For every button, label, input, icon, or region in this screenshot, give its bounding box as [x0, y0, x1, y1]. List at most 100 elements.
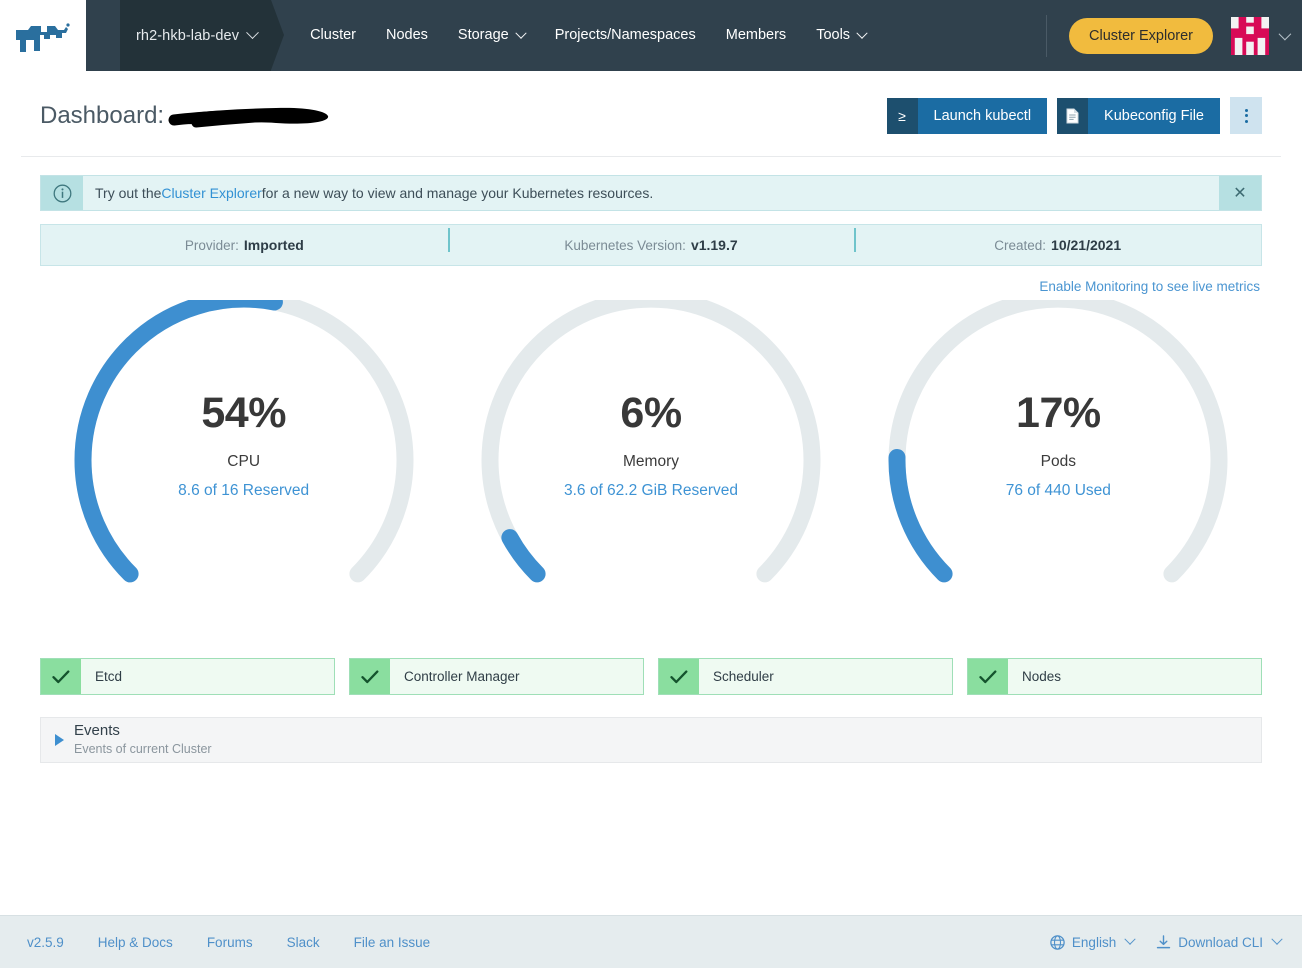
close-icon[interactable]: ✕ [1219, 176, 1261, 210]
footer-right-group: English Download CLI [1050, 933, 1283, 950]
kubeconfig-file-button[interactable]: Kubeconfig File [1057, 97, 1220, 134]
status-etcd[interactable]: Etcd [40, 658, 335, 695]
nav-link-label: Members [725, 27, 787, 43]
check-icon [41, 659, 81, 694]
gauge-cpu: 54% CPU 8.6 of 16 Reserved [40, 300, 447, 600]
rancher-logo[interactable] [0, 0, 86, 71]
kubeconfig-file-label: Kubeconfig File [1088, 97, 1220, 134]
info-label: Kubernetes Version: [564, 238, 686, 253]
kebab-dot [1244, 108, 1248, 112]
gauge-pods-center: 17% Pods 76 of 440 Used [1006, 392, 1111, 500]
nav-link-cluster[interactable]: Cluster [295, 0, 371, 71]
gauge-memory-center: 6% Memory 3.6 of 62.2 GiB Reserved [564, 392, 738, 500]
component-status-row: Etcd Controller Manager Scheduler Nodes [21, 658, 1281, 695]
footer-link-slack[interactable]: Slack [270, 935, 337, 950]
gauge-percent: 17% [1016, 389, 1101, 437]
user-avatar-identicon [1231, 16, 1269, 55]
nav-right-group: Cluster Explorer [1046, 14, 1292, 57]
page-title: Dashboard: [40, 102, 334, 130]
info-value: Imported [243, 237, 304, 253]
banner-text-before: Try out the [95, 185, 162, 201]
chevron-down-icon [856, 27, 868, 39]
language-selector[interactable]: English [1050, 933, 1136, 950]
status-label: Nodes [1022, 669, 1062, 684]
gauge-sublabel: 76 of 440 Used [1005, 482, 1111, 499]
footer-link-file-an-issue[interactable]: File an Issue [337, 935, 448, 950]
page-body: Dashboard: ≥ Launch kubectl Kubeconfig F… [0, 71, 1302, 763]
gauge-sublabel: 3.6 of 62.2 GiB Reserved [563, 482, 739, 499]
banner-cluster-explorer-link[interactable]: Cluster Explorer [161, 185, 261, 201]
cluster-selector-label: rh2-hkb-lab-dev [136, 27, 240, 44]
gauge-label: Memory [623, 453, 679, 470]
check-icon [350, 659, 390, 694]
events-subtitle: Events of current Cluster [74, 742, 212, 757]
chevron-down-icon [1124, 933, 1136, 945]
chevron-down-icon [1278, 27, 1292, 41]
status-label: Controller Manager [404, 669, 520, 684]
info-kubernetes-version: Kubernetes Version: v1.19.7 [447, 228, 855, 253]
language-label: English [1071, 934, 1117, 950]
kebab-menu-icon[interactable] [1230, 97, 1262, 134]
terminal-prompt-icon: ≥ [886, 97, 918, 134]
nav-link-members[interactable]: Members [711, 0, 801, 71]
top-navigation-bar: rh2-hkb-lab-dev Cluster Nodes Storage Pr… [0, 0, 1302, 71]
gauge-pods: 17% Pods 76 of 440 Used [855, 300, 1262, 600]
page-header-actions: ≥ Launch kubectl Kubeconfig File [886, 97, 1262, 134]
info-created: Created: 10/21/2021 [854, 228, 1261, 253]
nav-link-projects-namespaces[interactable]: Projects/Namespaces [540, 0, 711, 71]
banner-message: Try out the Cluster Explorer for a new w… [83, 176, 1219, 210]
nav-link-label: Storage [457, 27, 509, 43]
enable-monitoring-link[interactable]: Enable Monitoring to see live metrics [1039, 279, 1260, 294]
download-icon [1157, 934, 1171, 948]
nav-link-label: Nodes [386, 27, 428, 43]
page-title-prefix: Dashboard: [40, 101, 165, 129]
gauge-percent: 6% [620, 389, 682, 437]
footer-link-forums[interactable]: Forums [190, 935, 270, 950]
cluster-selector[interactable]: rh2-hkb-lab-dev [120, 0, 285, 71]
gauge-label: Pods [1040, 453, 1076, 470]
nav-link-tools[interactable]: Tools [801, 0, 881, 71]
status-controller-manager[interactable]: Controller Manager [349, 658, 644, 695]
globe-icon [1050, 934, 1065, 950]
check-icon [968, 659, 1008, 694]
file-document-icon [1057, 97, 1089, 134]
launch-kubectl-button[interactable]: ≥ Launch kubectl [886, 97, 1048, 134]
chevron-down-icon [1271, 933, 1283, 945]
gauge-cpu-center: 54% CPU 8.6 of 16 Reserved [178, 392, 309, 500]
kebab-dot [1244, 114, 1248, 117]
triangle-right-icon [55, 734, 64, 746]
download-cli-label: Download CLI [1178, 934, 1263, 950]
status-label: Etcd [95, 669, 123, 684]
cluster-info-bar: Provider: Imported Kubernetes Version: v… [40, 224, 1262, 266]
kebab-dot [1244, 119, 1248, 123]
events-text-group: Events Events of current Cluster [74, 722, 212, 757]
cluster-explorer-button[interactable]: Cluster Explorer [1069, 17, 1213, 54]
events-expander[interactable]: Events Events of current Cluster [40, 717, 1262, 763]
nav-link-label: Tools [816, 27, 851, 43]
user-menu[interactable] [1231, 16, 1292, 55]
nav-link-storage[interactable]: Storage [443, 0, 540, 71]
status-scheduler[interactable]: Scheduler [658, 658, 953, 695]
status-nodes[interactable]: Nodes [967, 658, 1262, 695]
gauge-label: CPU [227, 453, 261, 470]
cluster-explorer-banner: Try out the Cluster Explorer for a new w… [40, 175, 1262, 211]
info-value: 10/21/2021 [1051, 237, 1122, 253]
info-label: Created: [994, 238, 1047, 253]
nav-link-nodes[interactable]: Nodes [371, 0, 443, 71]
rancher-bull-logo [16, 22, 70, 52]
events-title: Events [74, 722, 120, 740]
launch-kubectl-label: Launch kubectl [917, 97, 1048, 134]
footer-link-help-docs[interactable]: Help & Docs [81, 935, 190, 950]
chevron-down-icon [515, 27, 527, 39]
nav-links: Cluster Nodes Storage Projects/Namespace… [295, 0, 881, 71]
page-header: Dashboard: ≥ Launch kubectl Kubeconfig F… [21, 71, 1281, 157]
check-icon [659, 659, 699, 694]
redacted-cluster-name [166, 103, 334, 129]
nav-link-label: Cluster [310, 27, 356, 43]
footer-link-version[interactable]: v2.5.9 [21, 935, 81, 950]
gauge-memory: 6% Memory 3.6 of 62.2 GiB Reserved [447, 300, 854, 600]
info-provider: Provider: Imported [41, 237, 448, 253]
chevron-down-icon [246, 26, 259, 40]
download-cli-selector[interactable]: Download CLI [1156, 933, 1283, 950]
